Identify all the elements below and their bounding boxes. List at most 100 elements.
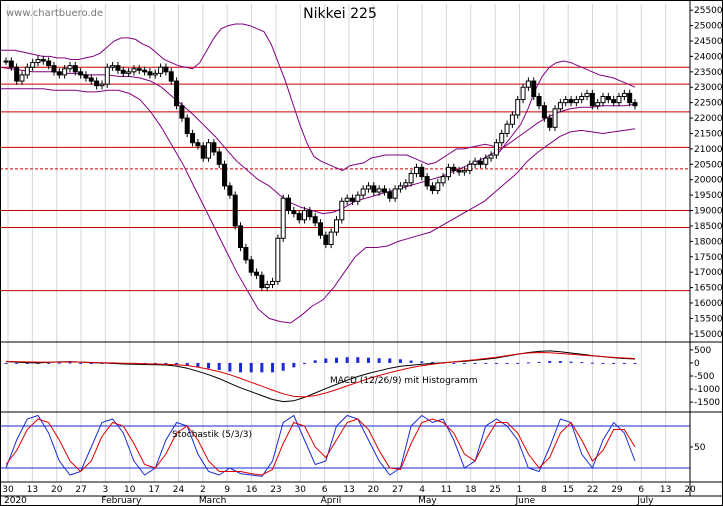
macd-histogram-bar [303, 362, 307, 364]
candle-body [563, 99, 569, 104]
month-label: June [515, 496, 536, 506]
macd-histogram-bar [68, 362, 72, 364]
candle-body [632, 102, 638, 107]
macd-histogram-bar [79, 362, 83, 364]
candle-body [184, 117, 190, 134]
price-y-tick-label: 24500 [694, 37, 723, 47]
candle-body [302, 210, 308, 221]
price-y-tick-label: 15000 [694, 330, 723, 340]
support-resistance-layer [0, 66, 690, 292]
candle-body [280, 197, 286, 239]
macd-histogram-bar [580, 362, 584, 364]
x-tick-label: 13 [343, 485, 354, 495]
macd-histogram-bar [207, 362, 211, 369]
x-tick-label: 13 [660, 485, 671, 495]
candle-body [552, 108, 558, 128]
price-y-tick-label: 18000 [694, 237, 723, 247]
candle-body [120, 69, 126, 74]
candle-body [254, 271, 260, 276]
stochastic-label: Stochastik (5/3/3) [172, 430, 252, 440]
watermark: www.chartbuero.de [6, 8, 103, 19]
candle-body [270, 280, 276, 286]
candle-body [131, 68, 137, 73]
candle-body [365, 185, 371, 190]
candle-body [557, 102, 563, 110]
candle-body [461, 169, 467, 173]
macd-histogram-bar [388, 358, 392, 363]
macd-histogram-bar [217, 362, 221, 370]
candle-body [499, 132, 505, 144]
candle-body [360, 188, 366, 196]
price-y-tick-label: 17500 [694, 253, 723, 263]
macd-y-tick-label: 500 [694, 346, 711, 356]
candle-body [40, 58, 46, 62]
candle-body [46, 60, 52, 67]
candle-body [509, 114, 515, 125]
candle-body [216, 151, 222, 165]
month-label: 2020 [4, 496, 27, 506]
macd-histogram-bar [473, 362, 477, 364]
candle-body [403, 182, 409, 187]
x-tick-label: 10 [124, 485, 136, 495]
candle-body [419, 166, 425, 178]
macd-histogram-bar [537, 361, 541, 363]
x-tick-label: 16 [246, 485, 258, 495]
candle-body [136, 68, 142, 71]
candle-body [392, 188, 398, 199]
candle-body [397, 185, 403, 190]
macd-histogram-bar [526, 362, 530, 364]
candle-body [376, 188, 382, 193]
candle-body [291, 210, 297, 215]
x-tick-label: 22 [587, 485, 598, 495]
candle-body [440, 176, 446, 184]
x-tick-label: 20 [368, 485, 380, 495]
candle-body [472, 160, 478, 165]
candle-body [328, 231, 334, 245]
candle-body [339, 200, 345, 221]
x-tick-label: 27 [75, 485, 86, 495]
candle-body [168, 71, 174, 82]
candle-body [115, 65, 121, 71]
macd-y-tick-label: 0 [694, 359, 700, 369]
x-tick-label: 29 [611, 485, 623, 495]
candle-body [14, 66, 20, 82]
macd-histogram-bar [292, 362, 296, 368]
candle-body [493, 142, 499, 156]
macd-histogram-bar [398, 359, 402, 363]
candle-body [158, 66, 164, 74]
price-y-tick-label: 16000 [694, 299, 723, 309]
candle-body [435, 182, 441, 191]
candle-body [488, 154, 494, 159]
candle-body [83, 74, 89, 79]
candle-body [174, 80, 180, 107]
macd-histogram-bar [15, 362, 19, 364]
candle-body [467, 163, 473, 171]
macd-histogram-bar [313, 360, 317, 363]
candle-body [147, 71, 153, 76]
candle-body [248, 259, 254, 273]
macd-histogram-bar [590, 362, 594, 364]
candle-body [30, 62, 36, 68]
x-tick-label: 13 [27, 485, 38, 495]
x-tick-label: 11 [441, 485, 452, 495]
price-y-tick-label: 18500 [694, 222, 723, 232]
candle-body [568, 99, 574, 104]
x-tick-label: 25 [489, 485, 500, 495]
macd-histogram-bar [612, 362, 616, 364]
macd-y-tick-label: -1500 [694, 398, 720, 408]
candle-body [477, 160, 483, 165]
candle-body [600, 95, 606, 104]
candle-body [72, 65, 78, 73]
candle-body [451, 166, 457, 171]
price-y-tick-label: 20500 [694, 160, 723, 170]
x-tick-label: 30 [2, 485, 14, 495]
candle-body [104, 66, 110, 85]
macd-histogram-bar [57, 362, 61, 364]
macd-histogram-bar [377, 358, 381, 363]
candle-body [206, 142, 212, 159]
lower-bollinger-band [0, 88, 636, 324]
x-tick-label: 17 [148, 485, 159, 495]
macd-histogram-bar [420, 361, 424, 363]
candle-body [589, 92, 595, 107]
candle-body [275, 237, 281, 282]
